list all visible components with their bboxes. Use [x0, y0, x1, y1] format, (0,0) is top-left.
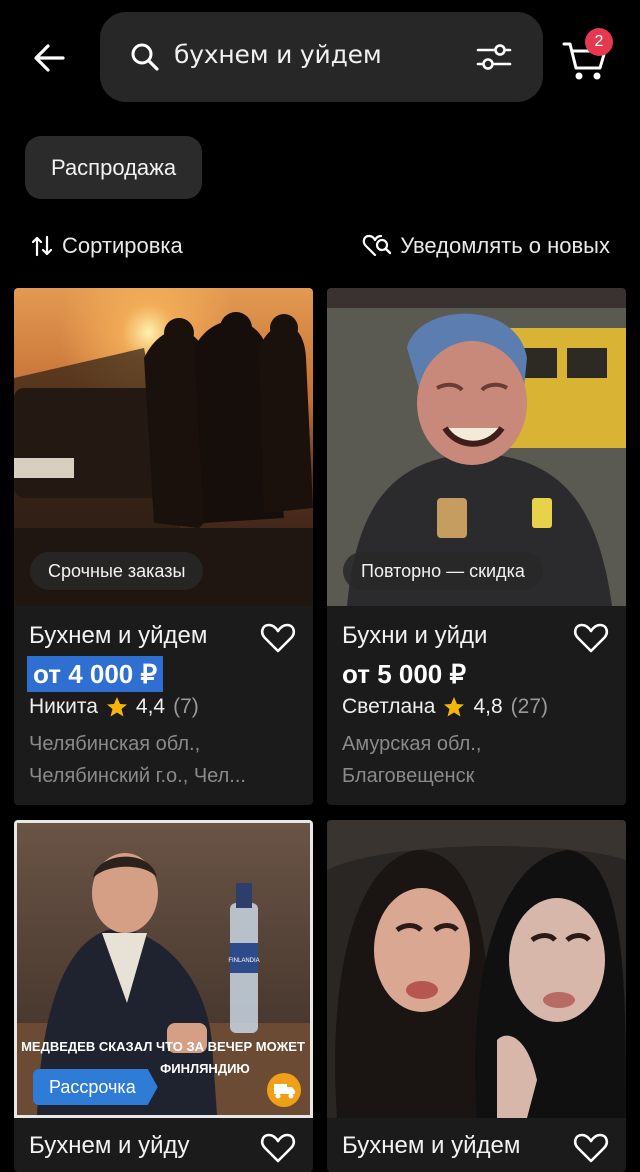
listing-card[interactable]: Повторно — скидка Бухни и уйди от 5 000 …: [327, 288, 626, 805]
search-field[interactable]: бухнем и уйдем: [100, 12, 543, 102]
sort-bar: Сортировка Уведомлять о новых: [0, 222, 640, 274]
heart-search-icon: [363, 234, 392, 257]
listing-card[interactable]: Бухнем и уйдем: [327, 820, 626, 1172]
seller-info: Никита 4,4 (7): [29, 695, 199, 719]
sort-icon: [32, 235, 52, 257]
sale-filter-chip[interactable]: Распродажа: [25, 136, 203, 199]
seller-name: Никита: [29, 695, 98, 718]
urgent-orders-badge: Срочные заказы: [30, 552, 204, 590]
location-line: Челябинский г.о., Чел...: [29, 765, 246, 787]
notify-new-button[interactable]: Уведомлять о новых: [362, 233, 610, 259]
delivery-badge: [267, 1073, 301, 1107]
bottle-label: FINLANDIA: [228, 958, 259, 964]
listing-price: от 4 000 ₽: [27, 656, 164, 692]
filter-icon[interactable]: [476, 42, 512, 72]
back-button[interactable]: [22, 34, 78, 82]
cart-count-badge: 2: [585, 28, 613, 56]
heart-icon[interactable]: [573, 1132, 609, 1164]
repeat-discount-badge: Повторно — скидка: [343, 552, 543, 590]
seller-name: Светлана: [342, 695, 436, 718]
arrow-left-icon: [34, 44, 65, 72]
image-caption: МЕДВЕДЕВ СКАЗАЛ ЧТО ЗА ВЕЧЕР МОЖЕТ: [21, 1039, 305, 1054]
star-icon: [106, 697, 127, 717]
review-count: (7): [173, 695, 199, 718]
listing-title: Бухнем и уйдем: [29, 622, 208, 649]
seller-rating: 4,8: [473, 695, 503, 718]
location-line: Челябинская обл.,: [29, 733, 201, 755]
location-line: Благовещенск: [342, 765, 475, 787]
listing-photo: Срочные заказы: [14, 288, 313, 606]
image-caption: ФИНЛЯНДИЮ: [160, 1061, 250, 1076]
heart-icon[interactable]: [573, 622, 609, 654]
sort-label: Сортировка: [62, 233, 183, 258]
listing-photo: [327, 820, 626, 1118]
listing-title: Бухнем и уйду: [29, 1132, 190, 1159]
location-line: Амурская обл.,: [342, 733, 482, 755]
heart-icon[interactable]: [260, 1132, 296, 1164]
listing-price: от 5 000 ₽: [342, 659, 467, 689]
review-count: (27): [510, 695, 548, 718]
seller-info: Светлана 4,8 (27): [342, 695, 548, 719]
truck-icon: [274, 1084, 295, 1099]
search-icon: [131, 43, 159, 71]
listing-card[interactable]: FINLANDIA МЕДВЕДЕВ СКАЗАЛ ЧТО ЗА ВЕЧЕР М…: [14, 820, 313, 1172]
search-input[interactable]: бухнем и уйдем: [174, 40, 382, 69]
sort-button[interactable]: Сортировка: [32, 233, 183, 259]
top-bar: бухнем и уйдем 2: [0, 0, 640, 120]
seller-rating: 4,4: [135, 695, 166, 718]
listing-card[interactable]: Срочные заказы Бухнем и уйдем от 4 000 ₽…: [14, 288, 313, 805]
listing-photo: FINLANDIA МЕДВЕДЕВ СКАЗАЛ ЧТО ЗА ВЕЧЕР М…: [14, 820, 313, 1118]
listing-title: Бухни и уйди: [342, 622, 488, 649]
listing-title: Бухнем и уйдем: [342, 1132, 521, 1159]
installment-badge: Рассрочка: [33, 1069, 158, 1105]
heart-icon[interactable]: [260, 622, 296, 654]
star-icon: [444, 697, 465, 717]
listing-photo: Повторно — скидка: [327, 288, 626, 606]
notify-label: Уведомлять о новых: [400, 233, 610, 258]
